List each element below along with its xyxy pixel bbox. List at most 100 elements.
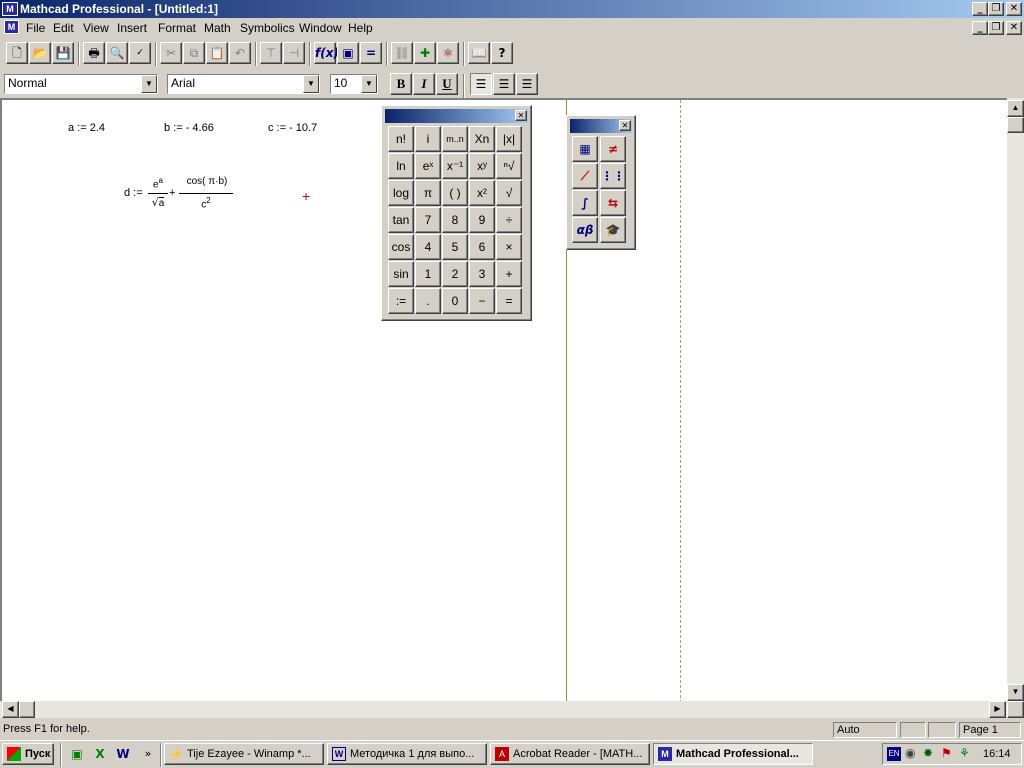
variable-d-definition[interactable]: d := ea √a + cos( π·b) c2 [122, 174, 242, 224]
align-center-icon[interactable]: ☰ [493, 73, 515, 95]
bold-button[interactable]: B [390, 73, 412, 95]
align-across-icon[interactable]: ⊤ [260, 42, 282, 64]
calc-key-natural-log[interactable]: ln [388, 153, 414, 179]
boolean-toolbar-icon[interactable]: ≠ [600, 136, 626, 162]
greek-toolbar-icon[interactable]: αβ [572, 217, 598, 243]
calc-key-parentheses[interactable]: ( ) [442, 180, 468, 206]
calculator-toolbar-icon[interactable]: ▦ [572, 136, 598, 162]
calc-key-digit-9[interactable]: 9 [469, 207, 495, 233]
underline-button[interactable]: U [436, 73, 458, 95]
cut-icon[interactable]: ✂ [160, 42, 182, 64]
calculate-icon[interactable]: = [360, 42, 382, 64]
doc-close-button[interactable]: ✕ [1006, 21, 1022, 35]
new-icon[interactable]: 🗋 [6, 42, 28, 64]
doc-restore-button[interactable]: ❐ [988, 21, 1004, 35]
calc-key-digit-7[interactable]: 7 [415, 207, 441, 233]
calc-key-square-root[interactable]: √ [496, 180, 522, 206]
calculator-palette-titlebar[interactable] [385, 109, 528, 123]
graph-toolbar-icon[interactable]: ⟋ [572, 163, 598, 189]
vertical-scrollbar[interactable]: ▲ ▼ [1007, 98, 1024, 701]
quicklaunch-excel-icon[interactable]: X [89, 744, 111, 766]
menu-view[interactable]: View [83, 21, 109, 35]
print-preview-icon[interactable]: 🔍 [106, 42, 128, 64]
math-toolbar[interactable]: ✕ ▦ ≠ ⟋ ⋮⋮ ∫ ⇆ αβ 🎓 [566, 115, 636, 250]
scroll-left-icon[interactable]: ◀ [2, 701, 19, 718]
calc-key-multiply[interactable]: × [496, 234, 522, 260]
task-mathcad[interactable]: M Mathcad Professional... [653, 743, 813, 765]
run-mathconnex-icon[interactable]: ⚛ [437, 42, 459, 64]
scroll-up-icon[interactable]: ▲ [1007, 100, 1024, 117]
calc-key-square[interactable]: x² [469, 180, 495, 206]
menu-symbolics[interactable]: Symbolics [240, 21, 295, 35]
calc-key-evaluate[interactable]: = [496, 288, 522, 314]
network-icon[interactable]: ⚑ [941, 746, 952, 760]
calc-key-subscript[interactable]: Xn [469, 126, 495, 152]
calc-key-cos[interactable]: cos [388, 234, 414, 260]
calc-key-factorial[interactable]: n! [388, 126, 414, 152]
calc-key-power[interactable]: xʸ [469, 153, 495, 179]
variable-c-definition[interactable]: c := - 10.7 [268, 122, 317, 134]
menu-insert[interactable]: Insert [117, 21, 147, 35]
calc-key-digit-6[interactable]: 6 [469, 234, 495, 260]
print-icon[interactable]: 🖶 [83, 42, 105, 64]
font-size-select[interactable]: 10 ▼ [330, 74, 378, 94]
title-bar[interactable]: M Mathcad Professional - [Untitled:1] _ … [0, 0, 1024, 18]
calc-key-digit-2[interactable]: 2 [442, 261, 468, 287]
volume-icon[interactable]: ◉ [905, 746, 915, 760]
doc-minimize-button[interactable]: _ [972, 21, 988, 35]
start-button[interactable]: Пуск [2, 743, 54, 765]
calc-key-tan[interactable]: tan [388, 207, 414, 233]
task-winamp[interactable]: ⚡ Tije Ezayee - Winamp *... [164, 743, 324, 765]
font-size-dropdown-icon[interactable]: ▼ [361, 75, 377, 93]
copy-icon[interactable]: ⧉ [183, 42, 205, 64]
calc-key-exponential[interactable]: eˣ [415, 153, 441, 179]
calc-key-pi[interactable]: π [415, 180, 441, 206]
minimize-button[interactable]: _ [972, 2, 988, 16]
align-down-icon[interactable]: ⊣ [283, 42, 305, 64]
calc-key-absolute-value[interactable]: |x| [496, 126, 522, 152]
calc-key-sin[interactable]: sin [388, 261, 414, 287]
calc-key-divide[interactable]: ÷ [496, 207, 522, 233]
menu-edit[interactable]: Edit [53, 21, 74, 35]
style-dropdown-icon[interactable]: ▼ [141, 75, 157, 93]
menu-format[interactable]: Format [158, 21, 196, 35]
close-button[interactable]: ✕ [1006, 2, 1022, 16]
restore-button[interactable]: ❐ [988, 2, 1004, 16]
programming-toolbar-icon[interactable]: ⇆ [600, 190, 626, 216]
calc-key-digit-8[interactable]: 8 [442, 207, 468, 233]
matrix-toolbar-icon[interactable]: ⋮⋮ [600, 163, 626, 189]
calculus-toolbar-icon[interactable]: ∫ [572, 190, 598, 216]
italic-button[interactable]: I [413, 73, 435, 95]
variable-b-definition[interactable]: b := - 4.66 [164, 122, 214, 134]
insert-component-icon[interactable]: ✚ [414, 42, 436, 64]
calc-key-decimal-point[interactable]: . [415, 288, 441, 314]
mathcad-app-icon[interactable]: M [2, 2, 18, 16]
calc-key-add[interactable]: + [496, 261, 522, 287]
spell-check-icon[interactable]: ✓ [129, 42, 151, 64]
symbolic-toolbar-icon[interactable]: 🎓 [600, 217, 626, 243]
calc-key-nth-root[interactable]: ⁿ√ [496, 153, 522, 179]
scroll-down-icon[interactable]: ▼ [1007, 684, 1024, 701]
antivirus-icon[interactable]: ✹ [923, 746, 933, 760]
font-dropdown-icon[interactable]: ▼ [303, 75, 319, 93]
insert-function-icon[interactable]: f(x) [314, 42, 339, 64]
task-word-document[interactable]: W Методичка 1 для выпо... [327, 743, 487, 765]
font-select[interactable]: Arial ▼ [167, 74, 320, 94]
calculator-palette[interactable]: ✕ n! i m..n Xn |x| ln eˣ x⁻¹ xʸ ⁿ√ log π( ) x² √ tan 7 8… [381, 105, 532, 321]
vertical-scroll-thumb[interactable] [1007, 117, 1024, 133]
horizontal-scroll-thumb[interactable] [19, 701, 35, 718]
undo-icon[interactable]: ↶ [229, 42, 251, 64]
quicklaunch-word-icon[interactable]: W [112, 744, 134, 766]
calc-key-digit-1[interactable]: 1 [415, 261, 441, 287]
calculator-close-icon[interactable]: ✕ [515, 110, 527, 121]
task-acrobat-reader[interactable]: A Acrobat Reader - [MATH... [490, 743, 650, 765]
horizontal-scrollbar[interactable]: ◀ ▶ [0, 701, 1007, 718]
calc-key-define[interactable]: := [388, 288, 414, 314]
insert-hyperlink-icon[interactable]: ⛓ [391, 42, 413, 64]
help-icon[interactable]: ? [491, 42, 513, 64]
language-indicator[interactable]: EN [887, 747, 901, 761]
calc-key-imaginary-unit[interactable]: i [415, 126, 441, 152]
calc-key-digit-3[interactable]: 3 [469, 261, 495, 287]
align-right-icon[interactable]: ☰ [516, 73, 538, 95]
resource-center-icon[interactable]: 📖 [468, 42, 490, 64]
